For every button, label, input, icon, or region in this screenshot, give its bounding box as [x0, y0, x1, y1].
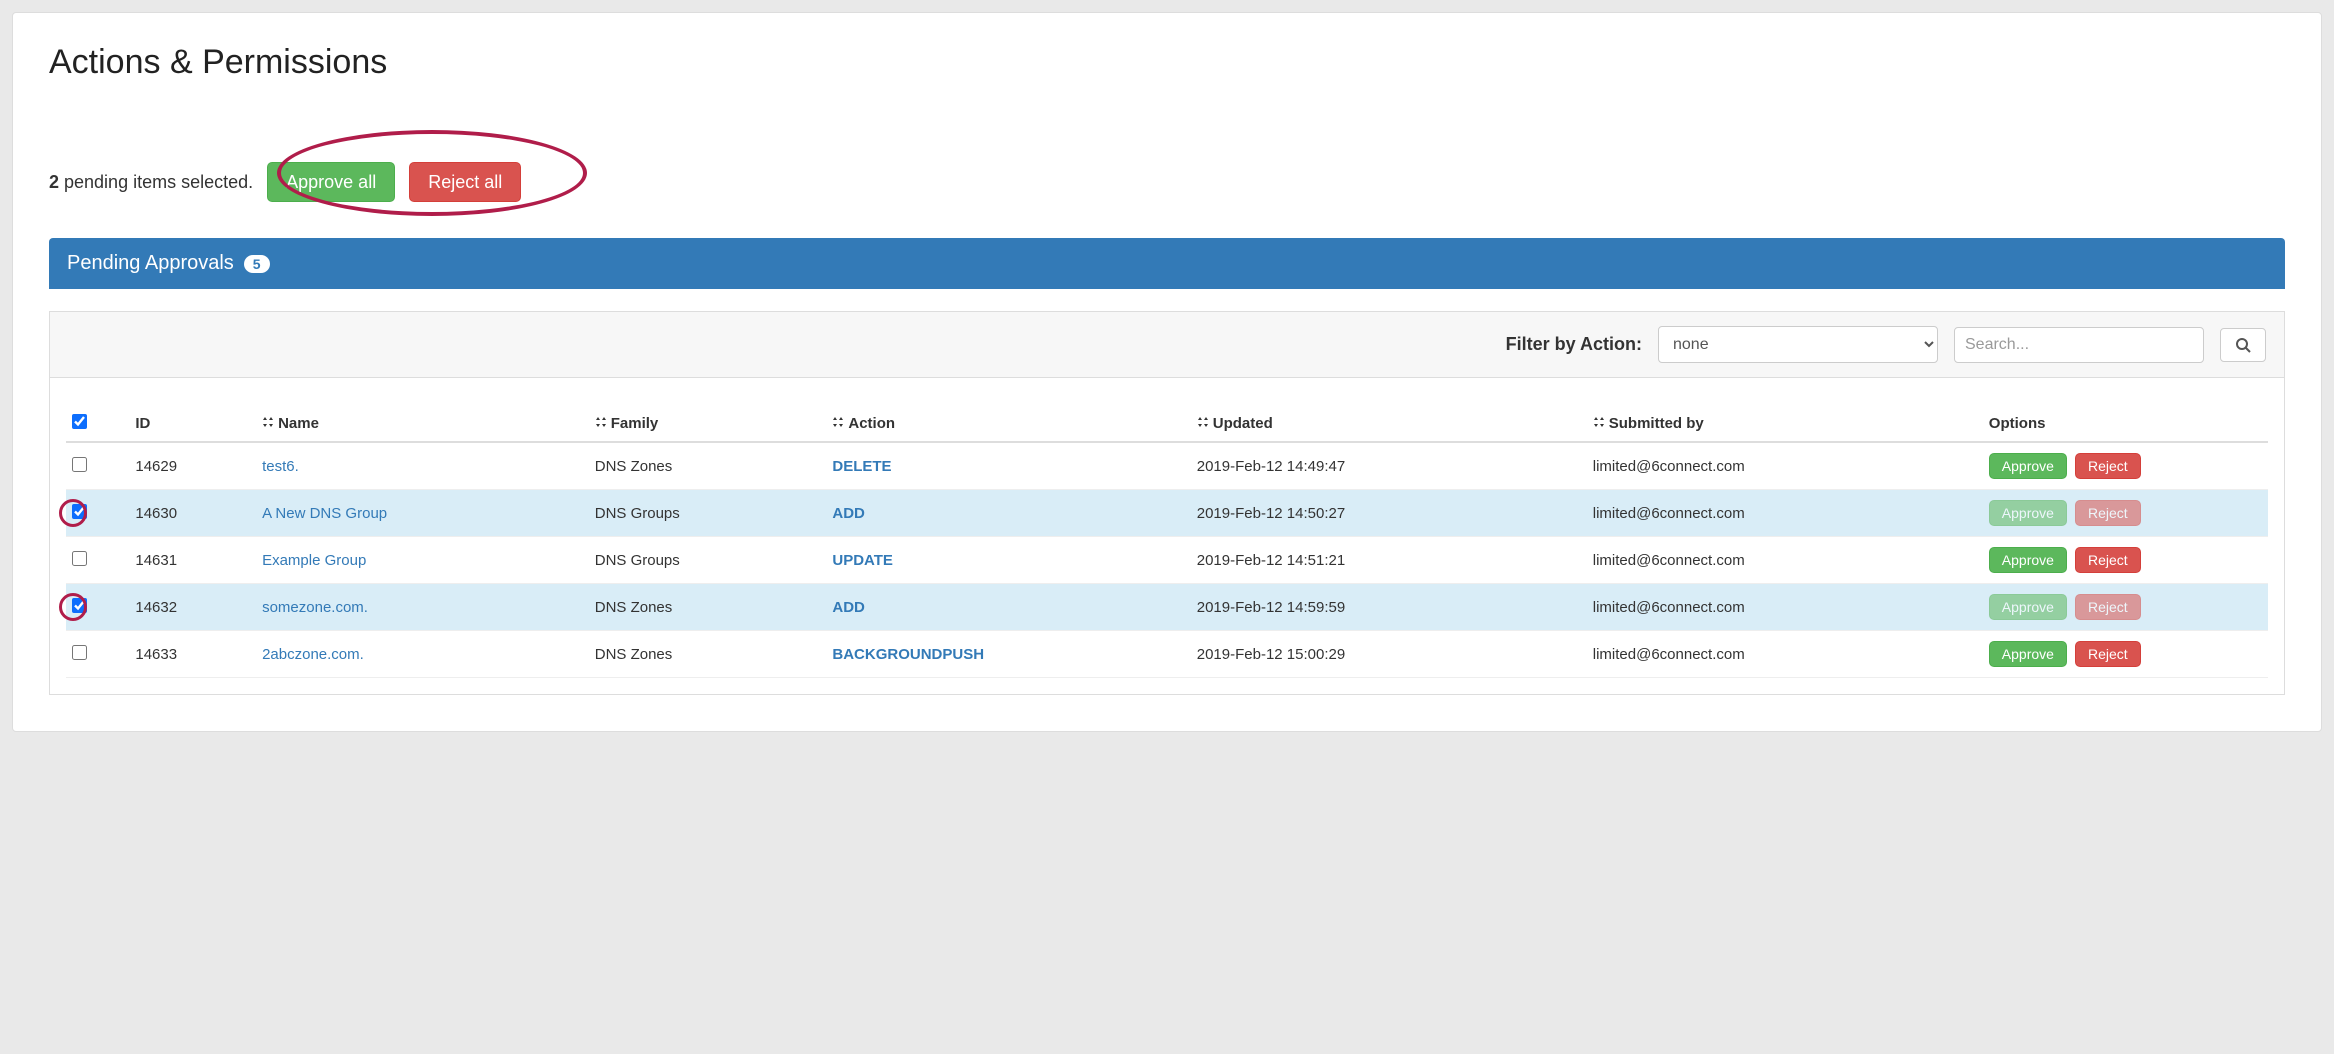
- cell-options: Approve Reject: [1983, 537, 2268, 584]
- col-action[interactable]: Action: [826, 406, 1190, 442]
- cell-name[interactable]: A New DNS Group: [256, 490, 589, 537]
- cell-name[interactable]: Example Group: [256, 537, 589, 584]
- cell-action-text: ADD: [832, 505, 865, 522]
- cell-action: UPDATE: [826, 537, 1190, 584]
- row-checkbox[interactable]: [72, 504, 87, 519]
- cell-name-text[interactable]: Example Group: [262, 552, 366, 569]
- table-row: 14632 somezone.com. DNS Zones ADD 2019-Feb-1…: [66, 584, 2268, 631]
- bulk-action-bar: 2 pending items selected. Approve all Re…: [49, 162, 2285, 202]
- cell-name[interactable]: test6.: [256, 442, 589, 490]
- sort-icon: [595, 415, 607, 432]
- approve-all-button[interactable]: Approve all: [267, 162, 395, 202]
- col-submitted-by[interactable]: Submitted by: [1587, 406, 1983, 442]
- table-row: 14631 Example Group DNS Groups UPDATE 2019-F…: [66, 537, 2268, 584]
- main-panel: Actions & Permissions 2 pending items se…: [12, 12, 2322, 732]
- cell-submitted-by: limited@6connect.com: [1587, 442, 1983, 490]
- col-updated[interactable]: Updated: [1191, 406, 1587, 442]
- cell-submitted-by: limited@6connect.com: [1587, 490, 1983, 537]
- row-checkbox[interactable]: [72, 457, 87, 472]
- col-name[interactable]: Name: [256, 406, 589, 442]
- search-icon: [2235, 337, 2251, 353]
- cell-submitted-by: limited@6connect.com: [1587, 584, 1983, 631]
- reject-button[interactable]: Reject: [2075, 500, 2141, 526]
- row-checkbox[interactable]: [72, 645, 87, 660]
- cell-name-text[interactable]: 2abczone.com.: [262, 646, 364, 663]
- sort-icon: [832, 415, 844, 432]
- cell-action-text: BACKGROUNDPUSH: [832, 646, 984, 663]
- cell-id: 14631: [129, 537, 256, 584]
- cell-family: DNS Zones: [589, 442, 827, 490]
- cell-submitted-by: limited@6connect.com: [1587, 631, 1983, 678]
- search-button[interactable]: [2220, 328, 2266, 362]
- table-row: 14630 A New DNS Group DNS Groups ADD 2019-Fe…: [66, 490, 2268, 537]
- cell-submitted-by: limited@6connect.com: [1587, 537, 1983, 584]
- cell-action-text: DELETE: [832, 458, 891, 475]
- cell-updated: 2019-Feb-12 14:50:27: [1191, 490, 1587, 537]
- cell-updated: 2019-Feb-12 14:59:59: [1191, 584, 1587, 631]
- approve-button[interactable]: Approve: [1989, 547, 2067, 573]
- select-all-checkbox[interactable]: [72, 414, 87, 429]
- approve-button[interactable]: Approve: [1989, 500, 2067, 526]
- col-id[interactable]: ID: [129, 406, 256, 442]
- reject-button[interactable]: Reject: [2075, 453, 2141, 479]
- table-row: 14629 test6. DNS Zones DELETE 2019-Feb-12 14…: [66, 442, 2268, 490]
- cell-action: ADD: [826, 584, 1190, 631]
- cell-family: DNS Groups: [589, 537, 827, 584]
- cell-action: ADD: [826, 490, 1190, 537]
- cell-options: Approve Reject: [1983, 490, 2268, 537]
- cell-action: DELETE: [826, 442, 1190, 490]
- cell-family: DNS Zones: [589, 631, 827, 678]
- row-checkbox[interactable]: [72, 551, 87, 566]
- cell-id: 14632: [129, 584, 256, 631]
- approve-button[interactable]: Approve: [1989, 594, 2067, 620]
- cell-updated: 2019-Feb-12 14:51:21: [1191, 537, 1587, 584]
- search-input[interactable]: [1954, 327, 2204, 363]
- filter-action-select[interactable]: none: [1658, 326, 1938, 363]
- cell-action-text: ADD: [832, 599, 865, 616]
- cell-options: Approve Reject: [1983, 442, 2268, 490]
- reject-button[interactable]: Reject: [2075, 641, 2141, 667]
- cell-name[interactable]: 2abczone.com.: [256, 631, 589, 678]
- filter-bar: Filter by Action: none: [49, 311, 2285, 378]
- cell-id: 14629: [129, 442, 256, 490]
- table-row: 14633 2abczone.com. DNS Zones BACKGROUNDPUS…: [66, 631, 2268, 678]
- page-title: Actions & Permissions: [49, 43, 2285, 82]
- pending-count-badge: 5: [244, 255, 270, 273]
- approve-button[interactable]: Approve: [1989, 453, 2067, 479]
- reject-all-button[interactable]: Reject all: [409, 162, 521, 202]
- cell-name-text[interactable]: somezone.com.: [262, 599, 368, 616]
- cell-family: DNS Zones: [589, 584, 827, 631]
- cell-family: DNS Groups: [589, 490, 827, 537]
- pending-approvals-header: Pending Approvals 5: [49, 238, 2285, 289]
- cell-name-text[interactable]: test6.: [262, 458, 299, 475]
- section-title: Pending Approvals: [67, 252, 234, 275]
- cell-id: 14630: [129, 490, 256, 537]
- cell-id: 14633: [129, 631, 256, 678]
- approve-button[interactable]: Approve: [1989, 641, 2067, 667]
- filter-label: Filter by Action:: [1506, 334, 1642, 355]
- col-options: Options: [1983, 406, 2268, 442]
- reject-button[interactable]: Reject: [2075, 594, 2141, 620]
- row-checkbox[interactable]: [72, 598, 87, 613]
- col-family[interactable]: Family: [589, 406, 827, 442]
- sort-icon: [1593, 415, 1605, 432]
- approvals-table-container: ID Name Family Action Updated: [49, 378, 2285, 695]
- sort-icon: [262, 415, 274, 432]
- cell-name[interactable]: somezone.com.: [256, 584, 589, 631]
- cell-action-text: UPDATE: [832, 552, 893, 569]
- reject-button[interactable]: Reject: [2075, 547, 2141, 573]
- sort-icon: [1197, 415, 1209, 432]
- cell-updated: 2019-Feb-12 14:49:47: [1191, 442, 1587, 490]
- cell-options: Approve Reject: [1983, 584, 2268, 631]
- cell-name-text[interactable]: A New DNS Group: [262, 505, 387, 522]
- cell-options: Approve Reject: [1983, 631, 2268, 678]
- cell-updated: 2019-Feb-12 15:00:29: [1191, 631, 1587, 678]
- approvals-table: ID Name Family Action Updated: [66, 406, 2268, 678]
- cell-action: BACKGROUNDPUSH: [826, 631, 1190, 678]
- pending-count-text: 2 pending items selected.: [49, 172, 253, 193]
